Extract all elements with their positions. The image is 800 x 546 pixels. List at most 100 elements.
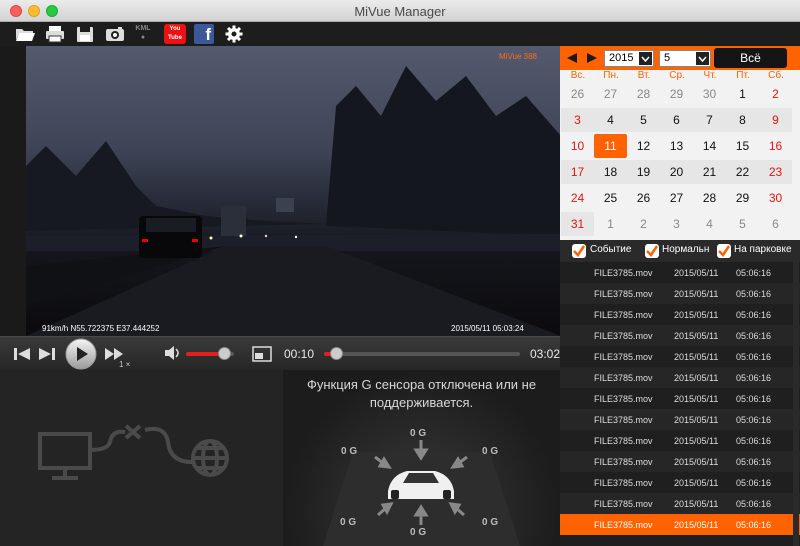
calendar-day[interactable]: 27 xyxy=(660,186,693,210)
calendar-day[interactable]: 9 xyxy=(759,108,792,132)
calendar-day[interactable]: 1 xyxy=(726,82,759,106)
weekday-label: Сб. xyxy=(768,70,784,81)
file-list-scrollbar[interactable] xyxy=(793,262,799,546)
calendar-day[interactable]: 20 xyxy=(660,160,693,184)
calendar-day[interactable]: 28 xyxy=(627,82,660,106)
file-date: 2015/05/11 xyxy=(674,520,719,530)
event-filter-label: Событие xyxy=(590,244,632,255)
calendar-day[interactable]: 2 xyxy=(627,212,660,236)
file-list-row[interactable]: FILE3785.mov 2015/05/11 05:06:16 xyxy=(560,451,800,472)
file-list-row[interactable]: FILE3785.mov 2015/05/11 05:06:16 xyxy=(560,514,800,535)
file-list-row[interactable]: FILE3785.mov 2015/05/11 05:06:16 xyxy=(560,262,800,283)
calendar-day[interactable]: 7 xyxy=(693,108,726,132)
calendar-day[interactable]: 29 xyxy=(660,82,693,106)
snapshot-camera-icon[interactable] xyxy=(104,24,126,44)
calendar-day-selected[interactable]: 11 xyxy=(594,134,627,158)
calendar-day[interactable]: 5 xyxy=(627,108,660,132)
current-time: 00:10 xyxy=(284,347,315,361)
calendar-day[interactable]: 17 xyxy=(561,160,594,184)
file-list-row[interactable]: FILE3785.mov 2015/05/11 05:06:16 xyxy=(560,367,800,388)
calendar-day[interactable]: 21 xyxy=(693,160,726,184)
volume-slider-knob[interactable] xyxy=(218,347,232,360)
calendar-day[interactable]: 3 xyxy=(660,212,693,236)
calendar-day[interactable]: 5 xyxy=(726,212,759,236)
youtube-icon[interactable]: You Tube xyxy=(164,24,186,44)
calendar-day[interactable]: 8 xyxy=(726,108,759,132)
calendar-day[interactable]: 25 xyxy=(594,186,627,210)
weekday-label: Чт. xyxy=(703,70,717,81)
calendar-day[interactable]: 24 xyxy=(561,186,594,210)
calendar-day[interactable]: 29 xyxy=(726,186,759,210)
calendar-day[interactable]: 31 xyxy=(561,212,594,236)
calendar-day[interactable]: 26 xyxy=(627,186,660,210)
gsensor-bottom-right-value: 0 G xyxy=(482,517,499,528)
calendar-day[interactable]: 4 xyxy=(693,212,726,236)
calendar-day[interactable]: 22 xyxy=(726,160,759,184)
file-date: 2015/05/11 xyxy=(674,310,719,320)
calendar-day[interactable]: 12 xyxy=(627,134,660,158)
calendar-day[interactable]: 16 xyxy=(759,134,792,158)
seek-bar[interactable] xyxy=(324,347,520,360)
calendar-day[interactable]: 2 xyxy=(759,82,792,106)
calendar-day[interactable]: 4 xyxy=(594,108,627,132)
event-filter-checkbox[interactable] xyxy=(572,244,586,258)
picture-in-picture-icon[interactable] xyxy=(252,346,272,362)
calendar-day[interactable]: 30 xyxy=(759,186,792,210)
year-select[interactable]: 2015 xyxy=(604,50,654,67)
volume-icon[interactable] xyxy=(164,345,182,361)
calendar-day[interactable]: 10 xyxy=(561,134,594,158)
title-bar: MiVue Manager xyxy=(0,0,800,22)
kml-export-icon[interactable]: KML ● xyxy=(132,24,154,44)
calendar-day[interactable]: 3 xyxy=(561,108,594,132)
file-list-row[interactable]: FILE3785.mov 2015/05/11 05:06:16 xyxy=(560,325,800,346)
calendar-day[interactable]: 13 xyxy=(660,134,693,158)
file-list-row[interactable]: FILE3785.mov 2015/05/11 05:06:16 xyxy=(560,430,800,451)
checkmark-icon xyxy=(573,245,586,257)
weekday-label: Пн. xyxy=(603,70,619,81)
save-icon[interactable] xyxy=(74,24,96,44)
settings-gear-icon[interactable] xyxy=(223,24,245,44)
normal-filter-checkbox[interactable] xyxy=(645,244,659,258)
calendar-day[interactable]: 6 xyxy=(660,108,693,132)
previous-month-icon[interactable] xyxy=(566,52,578,64)
calendar-day[interactable]: 19 xyxy=(627,160,660,184)
calendar-day[interactable]: 23 xyxy=(759,160,792,184)
month-select[interactable]: 5 xyxy=(659,50,711,67)
file-time: 05:06:16 xyxy=(736,331,772,341)
file-list-row[interactable]: FILE3785.mov 2015/05/11 05:06:16 xyxy=(560,283,800,304)
calendar-day[interactable]: 14 xyxy=(693,134,726,158)
video-player[interactable]: MiVue 388 91km/h N55.722375 E37.444252 2… xyxy=(26,46,561,336)
window-title: MiVue Manager xyxy=(354,4,446,19)
file-list-row[interactable]: FILE3785.mov 2015/05/11 05:06:16 xyxy=(560,346,800,367)
skip-next-icon[interactable] xyxy=(38,346,56,362)
calendar-day[interactable]: 6 xyxy=(759,212,792,236)
gsensor-diagram xyxy=(323,440,520,546)
calendar-day[interactable]: 27 xyxy=(594,82,627,106)
calendar-day[interactable]: 26 xyxy=(561,82,594,106)
calendar-day[interactable]: 1 xyxy=(594,212,627,236)
calendar-day[interactable]: 15 xyxy=(726,134,759,158)
gsensor-panel: Функция G сенсора отключена или не подде… xyxy=(283,370,560,546)
seek-knob[interactable] xyxy=(329,347,343,360)
weekday-label: Ср. xyxy=(669,70,685,81)
show-all-button[interactable]: Всё xyxy=(714,48,787,68)
calendar-day[interactable]: 28 xyxy=(693,186,726,210)
calendar-day[interactable]: 18 xyxy=(594,160,627,184)
file-list-row[interactable]: FILE3785.mov 2015/05/11 05:06:16 xyxy=(560,388,800,409)
file-date: 2015/05/11 xyxy=(674,268,719,278)
file-name: FILE3785.mov xyxy=(594,436,653,446)
open-folder-icon[interactable] xyxy=(14,24,36,44)
skip-previous-icon[interactable] xyxy=(13,346,31,362)
next-month-icon[interactable] xyxy=(586,52,598,64)
file-list-row[interactable]: FILE3785.mov 2015/05/11 05:06:16 xyxy=(560,409,800,430)
facebook-icon[interactable]: f xyxy=(194,24,214,44)
calendar-day[interactable]: 30 xyxy=(693,82,726,106)
file-list-row[interactable]: FILE3785.mov 2015/05/11 05:06:16 xyxy=(560,304,800,325)
file-list-row[interactable]: FILE3785.mov 2015/05/11 05:06:16 xyxy=(560,472,800,493)
file-list-row[interactable]: FILE3785.mov 2015/05/11 05:06:16 xyxy=(560,493,800,514)
volume-slider[interactable] xyxy=(186,347,234,360)
parking-filter-checkbox[interactable] xyxy=(717,244,731,258)
play-button[interactable] xyxy=(65,338,97,370)
print-icon[interactable] xyxy=(44,24,66,44)
file-name: FILE3785.mov xyxy=(594,268,653,278)
